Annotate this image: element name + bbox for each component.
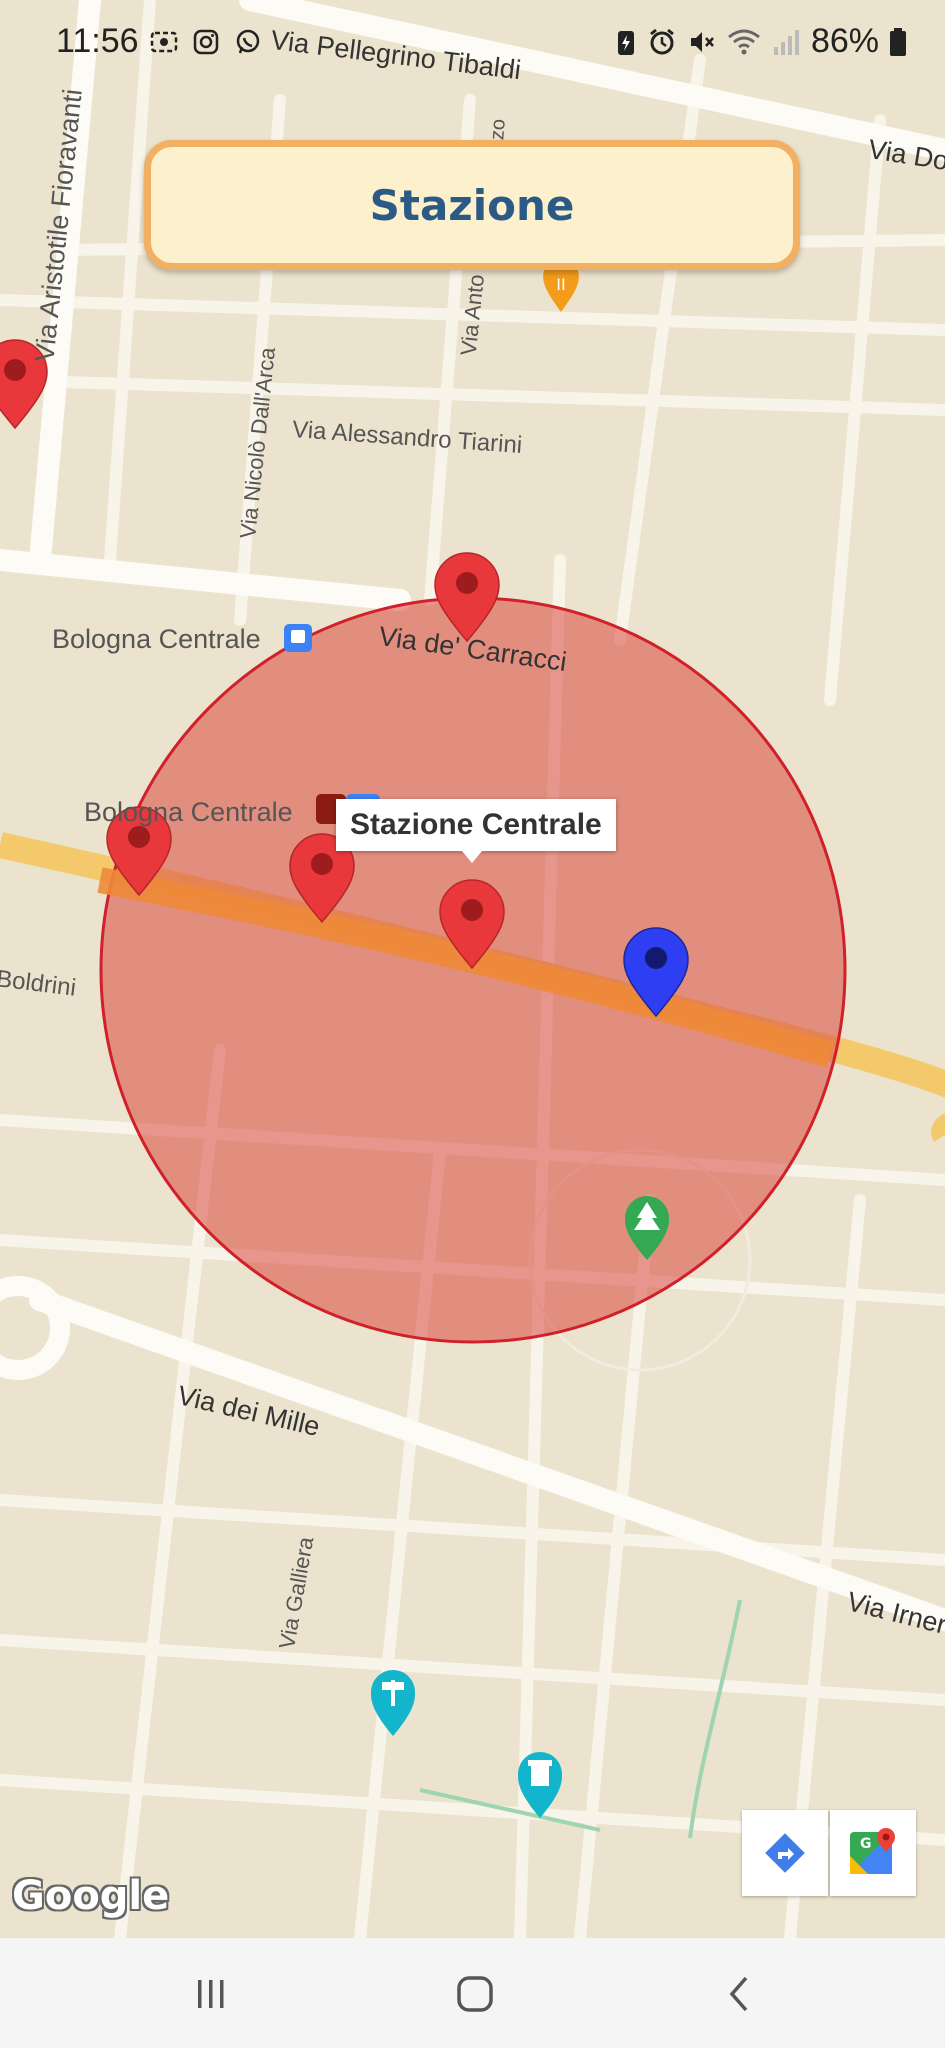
signal-icon [773, 29, 799, 55]
screen-record-icon [150, 31, 178, 53]
title-banner: Stazione [144, 140, 800, 270]
page-title: Stazione [369, 180, 575, 230]
svg-text:II: II [556, 275, 565, 294]
directions-button[interactable] [742, 1810, 828, 1896]
status-time: 11:56 [56, 22, 139, 60]
place-label: Bologna Centrale [52, 624, 261, 654]
mute-icon [690, 31, 714, 52]
recents-icon [198, 1980, 224, 2008]
home-icon [457, 1976, 493, 2012]
bus-station-icon[interactable] [284, 624, 312, 652]
open-in-maps-button[interactable]: G [830, 1810, 916, 1896]
wifi-icon [728, 29, 760, 54]
recents-button[interactable] [181, 1966, 241, 2022]
system-navigation-bar [0, 1938, 945, 2048]
google-maps-icon: G [850, 1828, 895, 1874]
info-window-pointer [462, 851, 482, 863]
battery-icon [890, 27, 906, 56]
battery-percentage: 86% [810, 22, 879, 60]
back-icon [729, 1976, 748, 2012]
status-notification-icons [150, 28, 262, 56]
home-button[interactable] [445, 1966, 505, 2022]
battery-saver-icon [617, 30, 634, 55]
svg-text:G: G [860, 1836, 872, 1852]
marker-info-window[interactable]: Stazione Centrale [336, 799, 616, 851]
alarm-icon [650, 28, 674, 54]
google-attribution-logo: Google [12, 1873, 170, 1919]
back-button[interactable] [710, 1966, 770, 2022]
place-label: Bologna Centrale [84, 797, 293, 827]
whatsapp-icon [236, 29, 260, 54]
directions-icon [765, 1833, 805, 1873]
street-label: zo [486, 118, 510, 141]
instagram-icon [193, 29, 219, 55]
status-system-icons: 86% [615, 22, 907, 61]
